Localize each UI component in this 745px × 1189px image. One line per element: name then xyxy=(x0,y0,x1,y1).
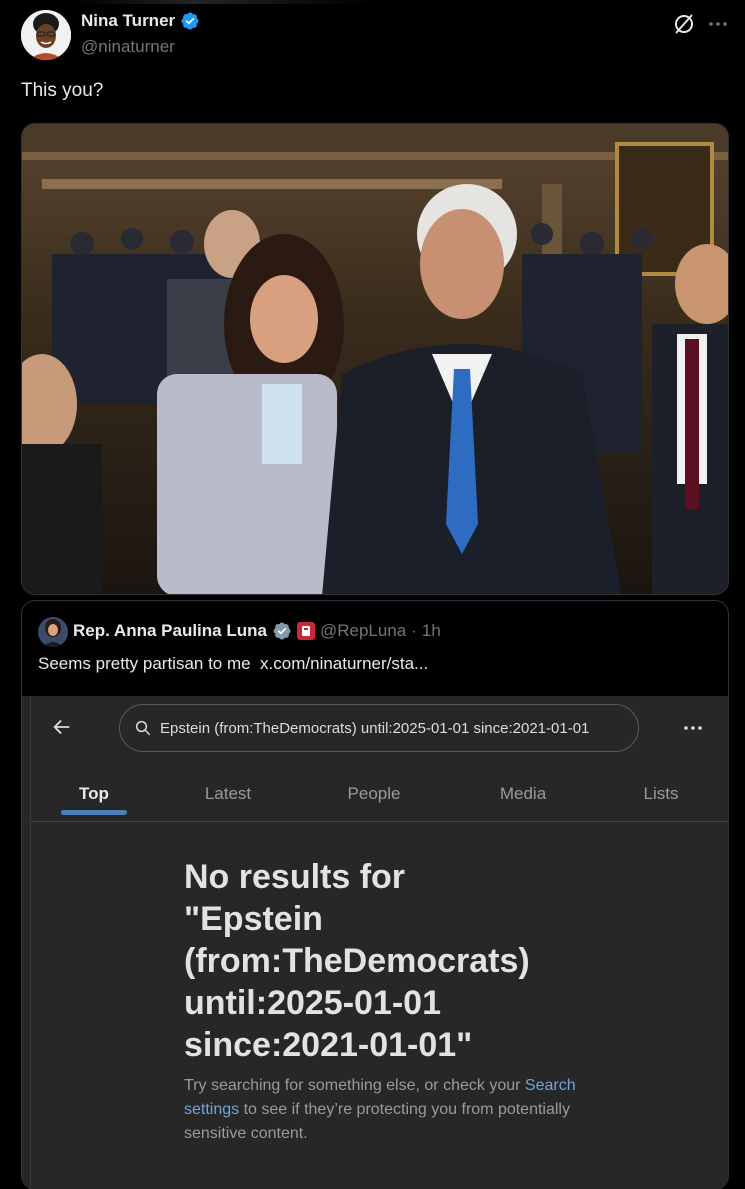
hint-text-start: Try searching for something else, or che… xyxy=(184,1077,521,1094)
no-results-line: until:2025-01-01 xyxy=(184,984,441,1022)
quoted-author-name[interactable]: Rep. Anna Paulina Luna xyxy=(73,621,267,641)
quoted-body: Seems pretty partisan to me xyxy=(38,654,251,673)
verified-badge-icon[interactable] xyxy=(180,11,200,31)
author-handle[interactable]: @ninaturner xyxy=(81,37,175,57)
quoted-tweet-card[interactable]: Rep. Anna Paulina Luna @RepLuna · 1h See… xyxy=(21,600,729,1189)
quoted-author-avatar[interactable] xyxy=(38,617,68,647)
quoted-avatar-image xyxy=(38,617,68,647)
dot-separator: · xyxy=(411,621,417,640)
congress-affiliate-icon[interactable] xyxy=(296,622,315,640)
no-results-line: No results for xyxy=(184,858,406,896)
quoted-link[interactable]: x.com/ninaturner/sta... xyxy=(260,654,428,673)
no-results-hint: Try searching for something else, or che… xyxy=(184,1074,584,1146)
tab-people: People xyxy=(347,784,401,803)
no-results-line: since:2021-01-01" xyxy=(184,1026,473,1064)
tab-media: Media xyxy=(499,784,547,803)
no-results-line: "Epstein xyxy=(184,900,323,938)
quoted-header: Rep. Anna Paulina Luna @RepLuna · 1h xyxy=(73,621,441,641)
active-tab-indicator xyxy=(61,810,127,815)
avatar-image xyxy=(21,10,71,60)
search-tabs: Top Latest People Media Lists xyxy=(31,766,728,822)
tab-lists: Lists xyxy=(643,784,679,803)
hint-text-end: to see if they’re protecting you from po… xyxy=(184,1101,570,1142)
quoted-timestamp[interactable]: 1h xyxy=(422,621,441,641)
gray-verified-badge-icon[interactable] xyxy=(272,621,292,641)
no-results-line: (from:TheDemocrats) xyxy=(184,942,530,980)
search-icon xyxy=(135,720,151,736)
tweet-text: This you? xyxy=(21,80,104,101)
author-avatar[interactable] xyxy=(21,10,71,60)
tab-latest: Latest xyxy=(204,784,252,803)
embedded-search-screenshot[interactable]: Top Latest People Media Lists No results… xyxy=(22,696,728,1189)
more-options-icon[interactable] xyxy=(706,12,730,36)
author-name-row: Nina Turner xyxy=(81,11,200,31)
quoted-author-handle[interactable]: @RepLuna xyxy=(320,621,406,641)
tweet-photo[interactable] xyxy=(21,123,729,595)
no-results-heading: No results for "Epstein (from:TheDemocra… xyxy=(184,856,604,1066)
back-arrow-icon xyxy=(53,719,70,735)
author-name[interactable]: Nina Turner xyxy=(81,11,175,31)
search-box xyxy=(119,704,639,752)
grok-icon[interactable] xyxy=(672,12,696,36)
search-input xyxy=(160,719,630,737)
photo-image xyxy=(22,124,728,594)
quoted-text: Seems pretty partisan to me x.com/ninatu… xyxy=(38,654,428,674)
top-fade xyxy=(75,0,375,4)
more-options-icon xyxy=(684,726,702,730)
embedded-search-panel: Top Latest People Media Lists No results… xyxy=(30,696,728,1189)
